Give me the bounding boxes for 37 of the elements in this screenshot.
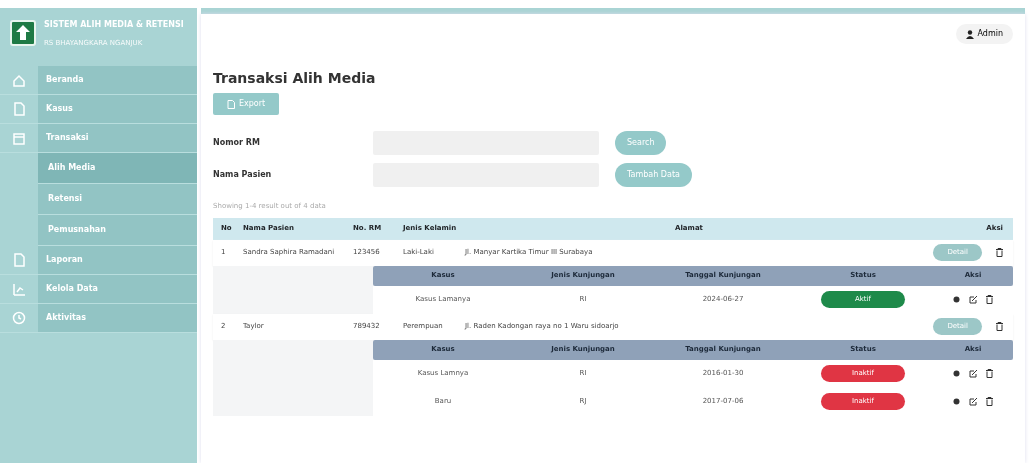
edit-icon[interactable] <box>968 396 978 407</box>
sidebar-item[interactable]: Transaksi <box>38 124 197 153</box>
sidebar-item[interactable]: Aktivitas <box>38 304 197 333</box>
eye-icon[interactable] <box>951 368 961 379</box>
document-icon <box>12 102 26 117</box>
sidebar-item[interactable]: Beranda <box>38 66 197 95</box>
trash-icon[interactable] <box>996 247 1003 258</box>
chart-icon <box>12 282 26 297</box>
clock-icon <box>12 311 26 326</box>
sidebar-subitem[interactable]: Retensi <box>38 184 197 216</box>
export-button[interactable]: Export <box>213 93 280 115</box>
sidebar-subitem[interactable]: Pemusnahan <box>38 215 197 247</box>
trash-icon[interactable] <box>996 321 1003 332</box>
user-icon <box>965 29 974 39</box>
sidebar-item[interactable]: Kelola Data <box>38 275 197 304</box>
sidebar-subitem[interactable]: Alih Media <box>38 153 197 185</box>
calendar-icon <box>12 131 26 146</box>
home-icon <box>12 73 26 88</box>
trash-icon[interactable] <box>985 294 995 305</box>
eye-icon[interactable] <box>951 294 961 305</box>
trash-icon[interactable] <box>985 368 995 379</box>
document-icon <box>227 99 235 109</box>
sidebar-item[interactable]: Laporan <box>38 246 197 275</box>
document-icon <box>12 253 26 268</box>
page-title: Transaksi Alih Media <box>213 69 377 88</box>
action-button[interactable]: Tambah Data <box>615 163 692 187</box>
trash-icon[interactable] <box>985 396 995 407</box>
action-button[interactable]: Search <box>615 131 667 155</box>
field-label: Nama Pasien <box>213 169 273 181</box>
edit-icon[interactable] <box>968 294 978 305</box>
app-title: SISTEM ALIH MEDIA & RETENSI <box>44 20 184 30</box>
field-label: Nomor RM <box>213 137 261 149</box>
logo-icon <box>10 20 36 46</box>
edit-icon[interactable] <box>968 368 978 379</box>
user-menu-button[interactable]: Admin <box>955 24 1013 44</box>
eye-icon[interactable] <box>951 396 961 407</box>
sidebar-item[interactable]: Kasus <box>38 95 197 124</box>
